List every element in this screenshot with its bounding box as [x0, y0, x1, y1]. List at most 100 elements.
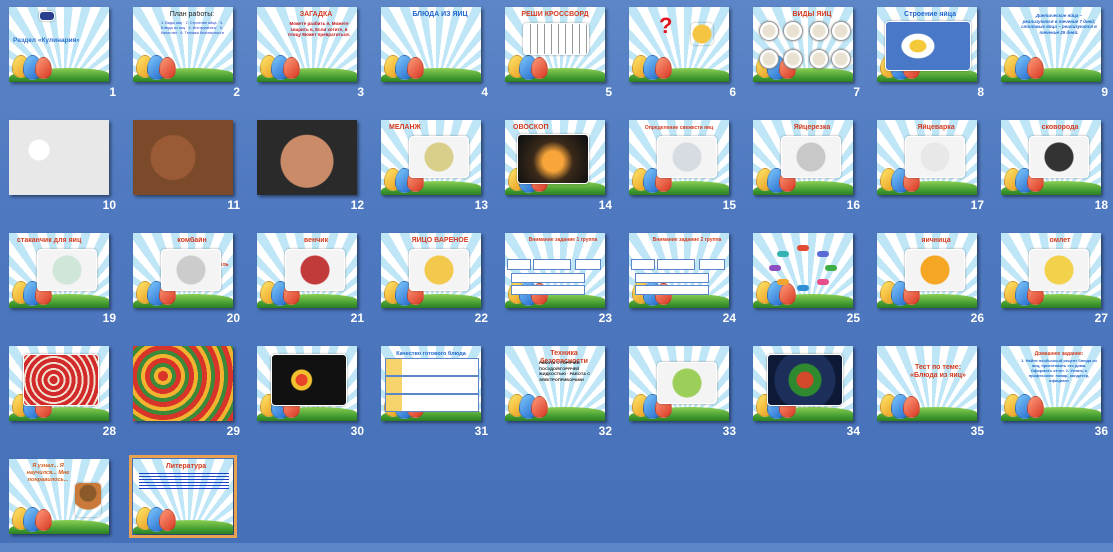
slide-preview[interactable]: ВИДЫ ЯИЦ: [753, 7, 853, 82]
easter-egg-decoration: [283, 57, 300, 79]
slide-thumbnail-37[interactable]: Я узнал... Я научился... Мне понравилось…: [0, 452, 120, 552]
slide-preview[interactable]: Яйцерезка: [753, 120, 853, 195]
slide-preview[interactable]: БЛЮДА ИЗ ЯИЦ: [381, 7, 481, 82]
slide-preview[interactable]: ЗАГАДКА Можете разбить я, Можете сварить …: [257, 7, 357, 82]
slide-thumbnail-25[interactable]: 25: [744, 226, 864, 326]
slide-picture: [905, 249, 965, 291]
easter-egg-decoration: [531, 57, 548, 79]
slide-thumbnail-11[interactable]: 11: [124, 113, 244, 213]
slide-number: 23: [598, 311, 612, 325]
slide-sorter-pane[interactable]: Раздел «Кулинария» 1 План работы: 1. Виды я…: [0, 0, 1113, 543]
slide-thumbnail-23[interactable]: Внимание задание 1 группа 23: [496, 226, 616, 326]
egg-kind-picture: [831, 21, 851, 41]
slide-preview[interactable]: [753, 346, 853, 421]
slide-preview[interactable]: стаканчик для яиц: [9, 233, 109, 308]
slide-number: 34: [846, 424, 860, 438]
slide-preview[interactable]: комбайнизмельчитель: [133, 233, 233, 308]
slide-preview[interactable]: Внимание задание 1 группа: [505, 233, 605, 308]
slide-number: 11: [227, 198, 240, 212]
slide-preview[interactable]: [133, 120, 233, 195]
slide-number: 17: [970, 198, 984, 212]
slide-thumbnail-27[interactable]: омлет 27: [992, 226, 1112, 326]
slide-preview[interactable]: [753, 233, 853, 308]
slide-thumbnail-20[interactable]: комбайнизмельчитель 20: [124, 226, 244, 326]
slide-thumbnail-8[interactable]: Строение яйца 8: [868, 0, 988, 100]
slide-thumbnail-10[interactable]: 10: [0, 113, 120, 213]
slide-thumbnail-17[interactable]: Яйцеварка 17: [868, 113, 988, 213]
slide-thumbnail-28[interactable]: 28: [0, 339, 120, 439]
slide-thumbnail-1[interactable]: Раздел «Кулинария» 1: [0, 0, 120, 100]
slide-thumbnail-15[interactable]: Определение свежести яиц 15: [620, 113, 740, 213]
slide-thumbnail-3[interactable]: ЗАГАДКА Можете разбить я, Можете сварить …: [248, 0, 368, 100]
slide-thumbnail-29[interactable]: 29: [124, 339, 244, 439]
slide-thumbnail-19[interactable]: стаканчик для яиц 19: [0, 226, 120, 326]
slide-number: 2: [233, 85, 240, 99]
slide-thumbnail-33[interactable]: 33: [620, 339, 740, 439]
slide-preview[interactable]: Техника безопасности РАБОТА С ГОРЯЧЕЙ ПОС…: [505, 346, 605, 421]
slide-preview[interactable]: [9, 120, 109, 195]
slide-thumbnail-14[interactable]: ОВОСКОП 14: [496, 113, 616, 213]
slide-thumbnail-12[interactable]: 12: [248, 113, 368, 213]
slide-thumbnail-31[interactable]: Качество готового блюда 31: [372, 339, 492, 439]
slide-number: 22: [474, 311, 488, 325]
slide-preview[interactable]: Качество готового блюда: [381, 346, 481, 421]
slide-number: 3: [357, 85, 364, 99]
slide-thumbnail-22[interactable]: ЯЙЦО ВАРЕНОЕ 22: [372, 226, 492, 326]
slide-preview[interactable]: [133, 346, 233, 421]
slide-thumbnail-26[interactable]: яичница 26: [868, 226, 988, 326]
slide-thumbnail-24[interactable]: Внимание задание 2 группа 24: [620, 226, 740, 326]
slide-thumbnail-4[interactable]: БЛЮДА ИЗ ЯИЦ 4: [372, 0, 492, 100]
slide-preview[interactable]: Литература: [129, 455, 237, 538]
literature-list: [139, 473, 229, 491]
slide-preview[interactable]: Строение яйца: [877, 7, 977, 82]
slide-thumbnail-30[interactable]: 30: [248, 339, 368, 439]
slide-title: РЕШИ КРОССВОРД: [521, 11, 589, 18]
slide-thumbnail-5[interactable]: РЕШИ КРОССВОРД 5: [496, 0, 616, 100]
slide-thumbnail-35[interactable]: Тест по теме: «Блюда из яиц» 35: [868, 339, 988, 439]
slide-thumbnail-34[interactable]: 34: [744, 339, 864, 439]
slide-thumbnail-38[interactable]: Литература: [124, 452, 244, 552]
slide-thumbnail-2[interactable]: План работы: 1. Виды яиц · 2. Строение яй…: [124, 0, 244, 100]
slide-number: 26: [970, 311, 984, 325]
scheme-box: [631, 259, 655, 270]
slide-thumbnail-32[interactable]: Техника безопасности РАБОТА С ГОРЯЧЕЙ ПОС…: [496, 339, 616, 439]
slide-preview[interactable]: Тест по теме: «Блюда из яиц»: [877, 346, 977, 421]
slide-preview[interactable]: МЕЛАНЖ: [381, 120, 481, 195]
slide-preview[interactable]: Диетические яйца – реализуются в течение…: [1001, 7, 1101, 82]
slide-preview[interactable]: ОВОСКОП: [505, 120, 605, 195]
slide-preview[interactable]: [257, 120, 357, 195]
slide-preview[interactable]: Раздел «Кулинария»: [9, 7, 109, 82]
slide-preview[interactable]: [629, 346, 729, 421]
slide-preview[interactable]: Определение свежести яиц: [629, 120, 729, 195]
slide-thumbnail-6[interactable]: ? 6: [620, 0, 740, 100]
slide-preview[interactable]: Внимание задание 2 группа: [629, 233, 729, 308]
slide-thumbnail-13[interactable]: МЕЛАНЖ 13: [372, 113, 492, 213]
slide-preview[interactable]: ЯЙЦО ВАРЕНОЕ: [381, 233, 481, 308]
slide-thumbnail-36[interactable]: Домашнее задание: 1. Найти необычный реце…: [992, 339, 1112, 439]
slide-preview[interactable]: яичница: [877, 233, 977, 308]
slide-preview[interactable]: ?: [629, 7, 729, 82]
slide-title: Определение свежести яиц: [644, 125, 714, 131]
slide-preview[interactable]: Я узнал... Я научился... Мне понравилось…: [9, 459, 109, 534]
slide-title: Яйцерезка: [793, 124, 831, 131]
slide-preview[interactable]: [257, 346, 357, 421]
mindmap-node: [797, 285, 809, 291]
slide-preview[interactable]: венчикмиксер: [257, 233, 357, 308]
slide-preview[interactable]: омлет: [1001, 233, 1101, 308]
slide-number: 27: [1094, 311, 1108, 325]
slide-thumbnail-16[interactable]: Яйцерезка 16: [744, 113, 864, 213]
slide-thumbnail-21[interactable]: венчикмиксер 21: [248, 226, 368, 326]
slide-thumbnail-9[interactable]: Диетические яйца – реализуются в течение…: [992, 0, 1112, 100]
slide-preview[interactable]: сковорода: [1001, 120, 1101, 195]
slide-photo: [9, 120, 109, 195]
slide-thumbnail-7[interactable]: ВИДЫ ЯИЦ 7: [744, 0, 864, 100]
slide-preview[interactable]: [9, 346, 109, 421]
slide-preview[interactable]: РЕШИ КРОССВОРД: [505, 7, 605, 82]
slide-preview[interactable]: Яйцеварка: [877, 120, 977, 195]
slide-preview[interactable]: План работы: 1. Виды яиц · 2. Строение яй…: [133, 7, 233, 82]
slide-preview[interactable]: Домашнее задание: 1. Найти необычный реце…: [1001, 346, 1101, 421]
slide-thumbnail-18[interactable]: сковорода 18: [992, 113, 1112, 213]
easter-egg-decoration: [35, 57, 52, 79]
slide-number: 21: [350, 311, 364, 325]
mindmap-node: [777, 250, 790, 257]
